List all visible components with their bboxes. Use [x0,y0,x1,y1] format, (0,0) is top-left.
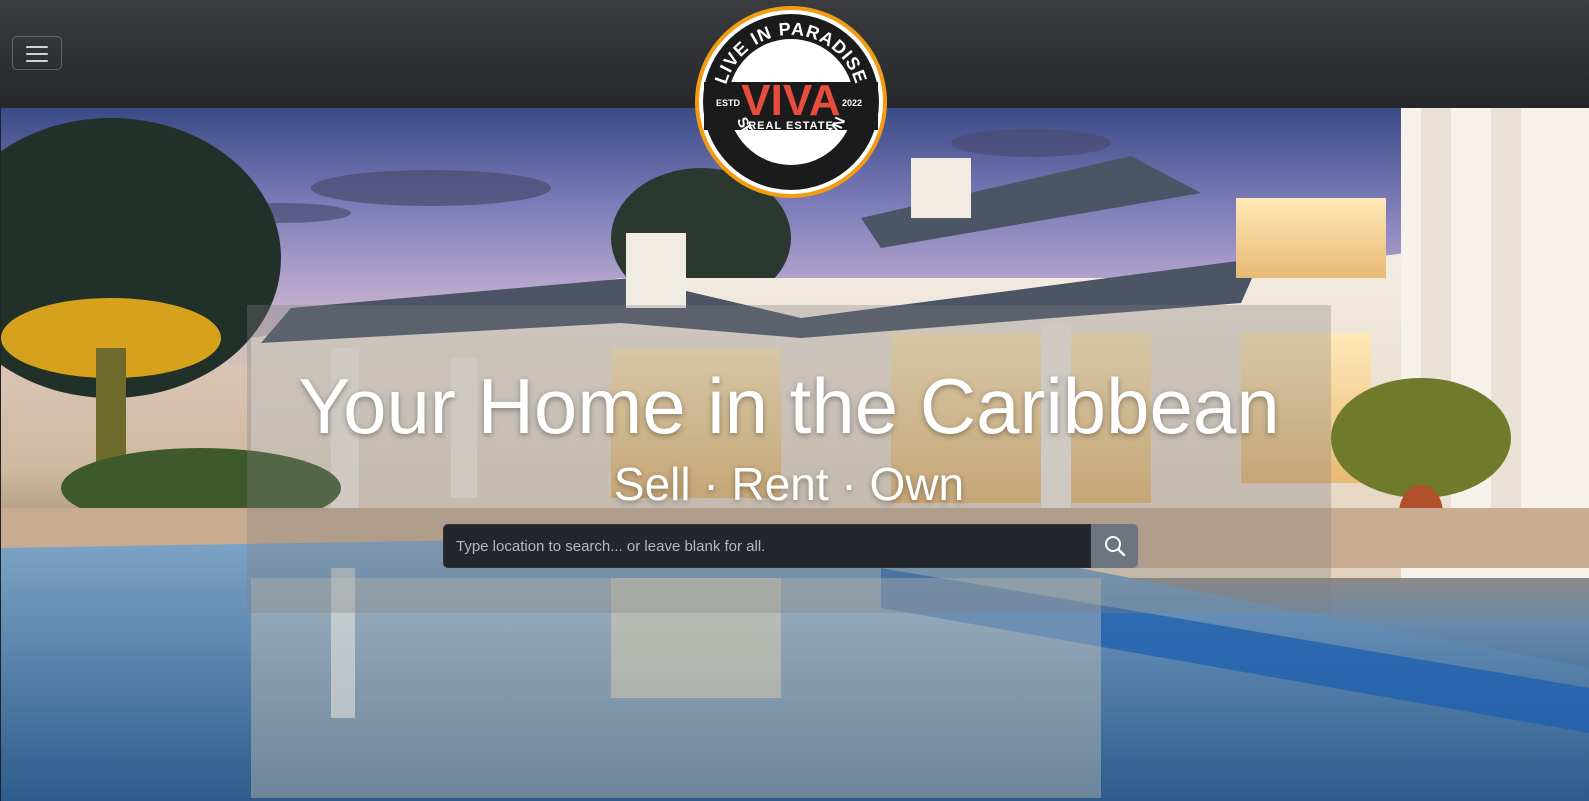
hero-title: Your Home in the Caribbean [298,362,1280,450]
svg-text:ESTD: ESTD [716,98,741,108]
logo[interactable]: LIVE IN PARADISE SELL • RENT • OWN VIVA … [694,5,888,199]
viva-logo-badge: LIVE IN PARADISE SELL • RENT • OWN VIVA … [695,6,887,198]
search-button[interactable] [1091,524,1138,568]
svg-text:2022: 2022 [842,98,862,108]
svg-text:VIVA: VIVA [741,76,840,125]
search-input[interactable] [443,524,1091,568]
search-icon [1105,536,1126,557]
svg-text:VivaDominican.com: VivaDominican.com [765,133,818,139]
svg-text:REAL ESTATE: REAL ESTATE [748,120,834,132]
search-bar [443,524,1138,568]
hamburger-icon [26,46,48,48]
menu-toggle-button[interactable] [12,36,62,70]
hero-subtitle: Sell · Rent · Own [613,458,965,510]
